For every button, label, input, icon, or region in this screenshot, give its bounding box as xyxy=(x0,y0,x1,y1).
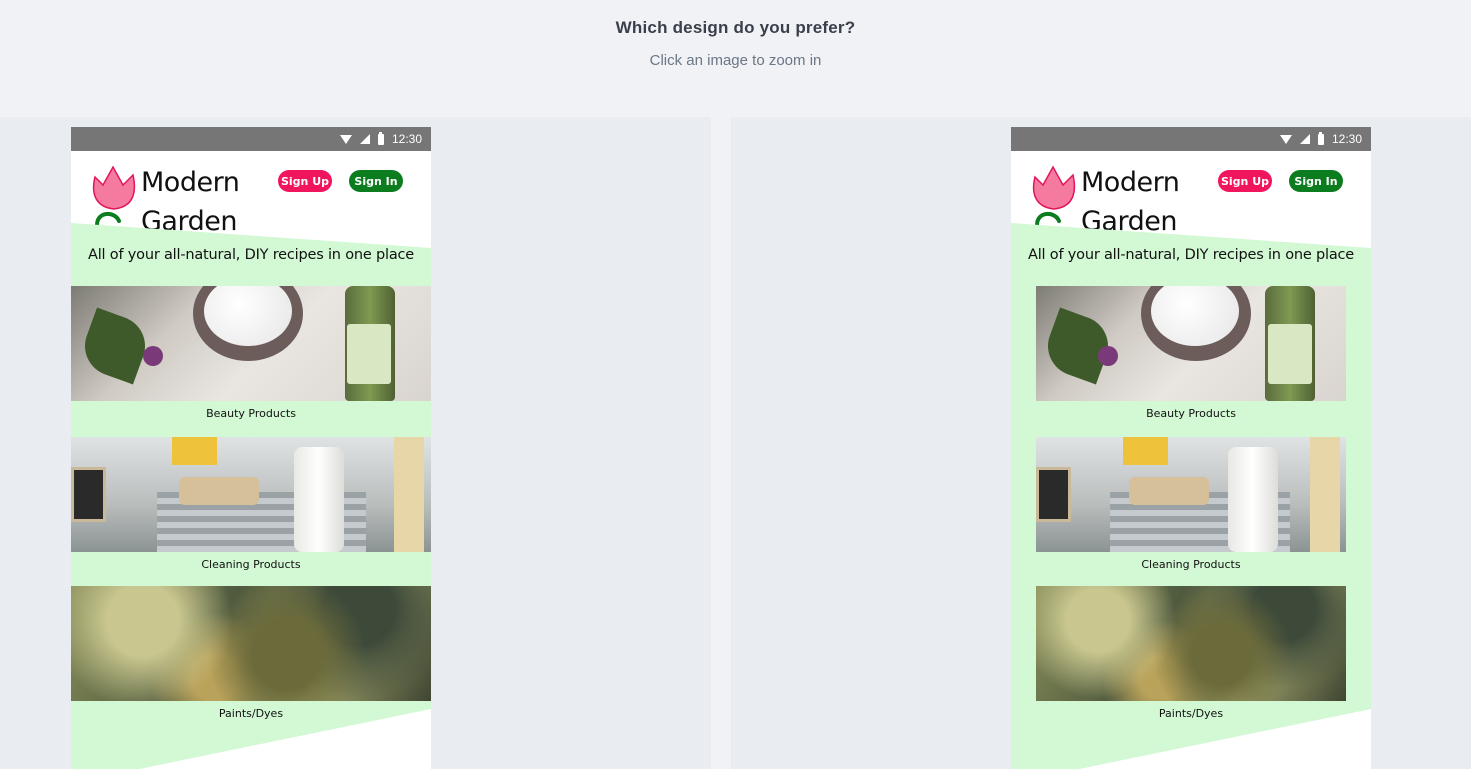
tagline: All of your all-natural, DIY recipes in … xyxy=(88,247,414,263)
category-card-cleaning[interactable]: Cleaning Products xyxy=(1036,437,1346,571)
survey-hint: Click an image to zoom in xyxy=(649,52,822,69)
sign-up-button[interactable]: Sign Up xyxy=(278,170,332,192)
phone-mockup[interactable]: 12:30 Modern Garden Sign Up Sign In All … xyxy=(1011,127,1371,769)
survey-header: Which design do you prefer? Click an ima… xyxy=(0,0,1471,117)
category-card-paints[interactable]: Paints/Dyes xyxy=(71,586,431,720)
tagline: All of your all-natural, DIY recipes in … xyxy=(1028,247,1354,263)
category-label: Cleaning Products xyxy=(1141,558,1241,571)
design-option-right[interactable]: 12:30 Modern Garden Sign Up Sign In All … xyxy=(731,117,1471,769)
wifi-icon xyxy=(339,134,352,144)
design-option-left[interactable]: 12:30 Modern Garden Sign Up Sign In All … xyxy=(0,117,711,769)
category-card-beauty[interactable]: Beauty Products xyxy=(71,286,431,420)
survey-question: Which design do you prefer? xyxy=(615,18,856,37)
brand-line-1: Modern xyxy=(141,167,240,198)
cleaning-products-image[interactable] xyxy=(1036,437,1346,552)
sign-in-button[interactable]: Sign In xyxy=(349,170,403,192)
sign-in-button[interactable]: Sign In xyxy=(1289,170,1343,192)
category-label: Beauty Products xyxy=(206,407,296,420)
category-card-paints[interactable]: Paints/Dyes xyxy=(1036,586,1346,720)
paints-dyes-image[interactable] xyxy=(71,586,431,701)
status-bar: 12:30 xyxy=(71,127,431,151)
signal-icon xyxy=(359,134,370,144)
status-bar: 12:30 xyxy=(1011,127,1371,151)
status-time: 12:30 xyxy=(1331,132,1362,146)
sign-up-button[interactable]: Sign Up xyxy=(1218,170,1272,192)
beauty-products-image[interactable] xyxy=(1036,286,1346,401)
wifi-icon xyxy=(1279,134,1292,144)
category-card-cleaning[interactable]: Cleaning Products xyxy=(71,437,431,571)
signal-icon xyxy=(1299,134,1310,144)
battery-icon xyxy=(377,131,384,145)
battery-icon xyxy=(1317,131,1324,145)
paints-dyes-image[interactable] xyxy=(1036,586,1346,701)
category-label: Paints/Dyes xyxy=(218,707,284,720)
cleaning-products-image[interactable] xyxy=(71,437,431,552)
category-label: Beauty Products xyxy=(1146,407,1236,420)
category-label: Cleaning Products xyxy=(201,558,301,571)
category-card-beauty[interactable]: Beauty Products xyxy=(1036,286,1346,420)
beauty-products-image[interactable] xyxy=(71,286,431,401)
phone-mockup[interactable]: 12:30 Modern Garden Sign Up Sign In All … xyxy=(71,127,431,769)
brand-line-1: Modern xyxy=(1081,167,1180,198)
category-label: Paints/Dyes xyxy=(1158,707,1224,720)
status-time: 12:30 xyxy=(391,132,422,146)
